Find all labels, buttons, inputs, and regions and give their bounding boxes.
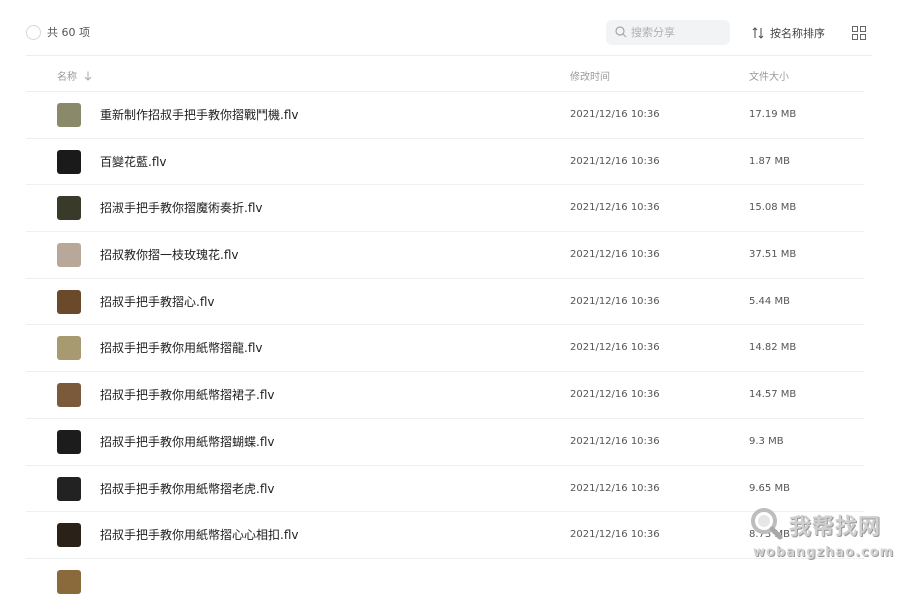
file-row[interactable]: 招淑手把手教你摺魔術奏折.flv 2021/12/16 10:36 15.08 … — [26, 185, 864, 233]
file-name[interactable]: 招叔手把手教摺心.flv — [100, 294, 214, 310]
file-name[interactable]: 招叔手把手教你用紙幣摺老虎.flv — [100, 481, 274, 497]
file-list: 重新制作招叔手把手教你摺戰鬥機.flv 2021/12/16 10:36 17.… — [26, 92, 864, 606]
file-row[interactable]: 招叔手把手教你用紙幣摺老虎.flv 2021/12/16 10:36 9.65 … — [26, 466, 864, 513]
file-size: 37.51 MB — [749, 249, 797, 261]
toolbar: 共 60 项 按名称排序 — [0, 0, 904, 56]
file-name[interactable]: 招叔手把手教你用紙幣摺裙子.flv — [100, 387, 274, 403]
file-name[interactable]: 招叔教你摺一枝玫瑰花.flv — [100, 247, 238, 263]
watermark-text: 我帮找网 — [789, 515, 882, 540]
video-thumbnail — [57, 336, 81, 361]
file-modified-time: 2021/12/16 10:36 — [570, 529, 660, 541]
video-thumbnail — [57, 243, 81, 268]
file-row[interactable]: 招叔手把手教你用紙幣摺裙子.flv 2021/12/16 10:36 14.57… — [26, 372, 864, 419]
file-modified-time: 2021/12/16 10:36 — [570, 202, 660, 214]
file-modified-time: 2021/12/16 10:36 — [570, 435, 660, 447]
file-size: 5.44 MB — [749, 295, 790, 307]
sort-button[interactable]: 按名称排序 — [752, 24, 825, 42]
file-name[interactable]: 重新制作招叔手把手教你摺戰鬥機.flv — [100, 107, 298, 123]
file-name[interactable]: 招叔手把手教你用紙幣摺龍.flv — [100, 340, 262, 356]
watermark: 我帮找网 wobangzhao.com — [745, 500, 904, 575]
file-size: 14.57 MB — [749, 389, 797, 401]
video-thumbnail — [57, 149, 81, 174]
file-size: 17.19 MB — [749, 109, 797, 120]
file-modified-time: 2021/12/16 10:36 — [570, 482, 660, 494]
grid-view-icon[interactable] — [852, 26, 866, 40]
file-row[interactable]: 招叔手把手教摺心.flv 2021/12/16 10:36 5.44 MB — [26, 279, 864, 326]
video-thumbnail — [57, 476, 81, 501]
select-all-checkbox[interactable] — [26, 25, 41, 40]
file-name[interactable]: 百變花藍.flv — [100, 154, 166, 170]
column-name-label: 名称 — [57, 72, 77, 83]
file-row[interactable]: 招叔手把手教你用紙幣摺蝴蝶.flv 2021/12/16 10:36 9.3 M… — [26, 419, 864, 466]
file-row[interactable]: 重新制作招叔手把手教你摺戰鬥機.flv 2021/12/16 10:36 17.… — [26, 92, 864, 139]
sort-down-arrow-icon — [84, 71, 92, 81]
file-size: 9.65 MB — [749, 482, 790, 494]
file-size: 14.82 MB — [749, 342, 797, 354]
file-size: 15.08 MB — [749, 202, 797, 214]
file-size: 1.87 MB — [749, 155, 790, 167]
magnifier-logo-icon — [751, 508, 783, 540]
file-row[interactable]: 百變花藍.flv 2021/12/16 10:36 1.87 MB — [26, 139, 864, 186]
watermark-url: wobangzhao.com — [753, 545, 895, 560]
file-modified-time: 2021/12/16 10:36 — [570, 249, 660, 261]
video-thumbnail — [57, 383, 81, 408]
file-modified-time: 2021/12/16 10:36 — [570, 295, 660, 307]
file-name[interactable]: 招叔手把手教你用紙幣摺心心相扣.flv — [100, 527, 298, 543]
search-icon — [615, 26, 627, 38]
file-name[interactable]: 招叔手把手教你用紙幣摺蝴蝶.flv — [100, 434, 274, 450]
file-modified-time: 2021/12/16 10:36 — [570, 389, 660, 401]
file-name[interactable]: 招淑手把手教你摺魔術奏折.flv — [100, 200, 262, 216]
file-modified-time: 2021/12/16 10:36 — [570, 155, 660, 167]
video-thumbnail — [57, 196, 81, 221]
search-input[interactable] — [631, 24, 723, 41]
file-row[interactable]: 招叔手把手教你用紙幣摺龍.flv 2021/12/16 10:36 14.82 … — [26, 325, 864, 373]
item-count: 共 60 项 — [47, 26, 90, 39]
file-modified-time: 2021/12/16 10:36 — [570, 109, 660, 120]
video-thumbnail — [57, 429, 81, 454]
file-row-partial[interactable] — [26, 559, 864, 606]
search-box[interactable] — [606, 20, 730, 45]
file-modified-time: 2021/12/16 10:36 — [570, 342, 660, 354]
column-header-name[interactable]: 名称 — [57, 68, 92, 83]
file-row[interactable]: 招叔教你摺一枝玫瑰花.flv 2021/12/16 10:36 37.51 MB — [26, 232, 864, 279]
video-thumbnail — [57, 523, 81, 548]
table-header: 名称 修改时间 文件大小 — [26, 56, 864, 92]
file-row[interactable]: 招叔手把手教你用紙幣摺心心相扣.flv 2021/12/16 10:36 8.7… — [26, 512, 864, 559]
column-header-size[interactable]: 文件大小 — [749, 68, 789, 83]
column-header-time[interactable]: 修改时间 — [570, 68, 610, 83]
video-thumbnail — [57, 103, 81, 127]
file-size: 9.3 MB — [749, 435, 784, 447]
video-thumbnail — [57, 289, 81, 314]
sort-label: 按名称排序 — [770, 27, 825, 40]
sort-icon — [752, 27, 764, 39]
video-thumbnail — [57, 569, 81, 594]
